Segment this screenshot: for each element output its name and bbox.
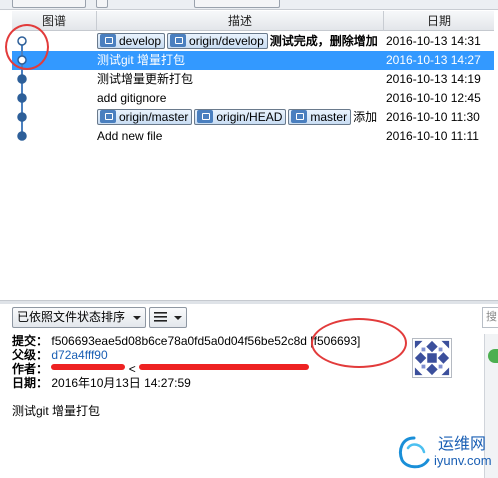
- redaction-mark: [139, 364, 310, 370]
- commit-description: add gitignore: [97, 89, 382, 108]
- author-label: 作者：: [12, 362, 49, 376]
- author-email-bracket: <: [128, 362, 136, 376]
- commit-message: Add new file: [97, 129, 163, 143]
- expand-button[interactable]: [488, 349, 498, 363]
- commit-date: 2016-10-10 11:11: [386, 129, 479, 143]
- commit-message: 测试完成，删除增加: [269, 34, 378, 48]
- branch-icon: [100, 34, 116, 47]
- branch-icon: [291, 110, 308, 123]
- pane-splitter[interactable]: [0, 300, 498, 304]
- commit-message: add gitignore: [97, 91, 167, 105]
- commit-description: 测试增量更新打包: [97, 70, 382, 89]
- commit-message: 测试git 增量打包: [97, 53, 186, 67]
- file-toolbar: 已依照文件状态排序 搜: [12, 307, 498, 329]
- commit-description: develop origin/develop 测试完成，删除增加: [97, 32, 382, 51]
- redaction-mark: [51, 364, 126, 370]
- commit-label: 提交：: [12, 334, 49, 348]
- sort-dropdown-label: 已依照文件状态排序: [17, 310, 126, 324]
- commit-list: develop origin/develop 测试完成，删除增加 2016-10-1…: [12, 32, 494, 146]
- search-input[interactable]: 搜: [482, 307, 498, 328]
- commit-message: 添加: [353, 110, 378, 124]
- commit-date: 2016-10-10 11:30: [386, 110, 480, 124]
- parent-hash-link[interactable]: d72a4fff90: [51, 348, 107, 362]
- parent-label: 父级：: [12, 348, 49, 362]
- chevron-down-icon: [174, 316, 182, 320]
- branch-tag[interactable]: origin/develop: [167, 33, 268, 49]
- branch-icon: [170, 34, 187, 47]
- chevron-down-icon: [133, 316, 141, 320]
- branch-icon: [100, 110, 116, 123]
- toolbar-button-left[interactable]: [12, 0, 86, 8]
- watermark-logo-icon: [399, 436, 430, 469]
- commit-hash-line: 提交： f506693eae5d08b6ce78a0fd5a0d04f56be5…: [12, 334, 412, 348]
- branch-tag[interactable]: origin/HEAD: [194, 109, 287, 125]
- toolbar-button-center[interactable]: [96, 0, 108, 8]
- branch-tag[interactable]: master: [288, 109, 352, 125]
- commit-message-body: 测试git 增量打包: [12, 404, 101, 418]
- commit-date: 2016-10-13 14:31: [386, 34, 481, 48]
- parent-line: 父级： d72a4fff90: [12, 348, 412, 362]
- graph-node: [17, 36, 27, 46]
- column-header-graph[interactable]: 图谱: [12, 11, 97, 31]
- graph-node: [17, 55, 27, 65]
- commit-row[interactable]: origin/master origin/HEAD master 添加 2016-10…: [12, 108, 494, 127]
- commit-row[interactable]: develop origin/develop 测试完成，删除增加 2016-10-1…: [12, 32, 494, 51]
- commit-graph: [17, 36, 27, 141]
- view-mode-dropdown[interactable]: [149, 307, 187, 328]
- author-line: 作者： <: [12, 362, 412, 376]
- commit-date: 2016-10-10 12:45: [386, 91, 481, 105]
- column-header-description[interactable]: 描述: [97, 11, 384, 31]
- commit-message: 测试增量更新打包: [97, 72, 194, 86]
- commit-description: 测试git 增量打包: [97, 51, 382, 70]
- commit-description: Add new file: [97, 127, 382, 146]
- commit-list-header: 图谱 描述 日期: [12, 11, 494, 31]
- graph-node: [17, 93, 27, 103]
- watermark-text-en: iyunv.com: [434, 453, 492, 468]
- column-header-date[interactable]: 日期: [384, 11, 494, 31]
- graph-node: [17, 131, 27, 141]
- commit-row[interactable]: 测试增量更新打包 2016-10-13 14:19: [12, 70, 494, 89]
- top-toolbar-strip: [0, 0, 498, 10]
- sort-dropdown[interactable]: 已依照文件状态排序: [12, 307, 146, 328]
- commit-row[interactable]: add gitignore 2016-10-10 12:45: [12, 89, 494, 108]
- commit-hash: f506693eae5d08b6ce78a0fd5a0d04f56be52c8d: [51, 334, 307, 348]
- graph-node: [17, 74, 27, 84]
- branch-tag[interactable]: develop: [97, 33, 166, 49]
- commit-date: 2016-10-13 14:27: [386, 53, 481, 67]
- commit-short-hash: [f506693]: [310, 334, 361, 348]
- date-label: 日期：: [12, 376, 49, 390]
- watermark-text-cn: 运维网: [438, 436, 487, 453]
- list-icon: [154, 312, 167, 322]
- graph-node: [17, 112, 27, 122]
- branch-icon: [197, 110, 214, 123]
- commit-description: origin/master origin/HEAD master 添加: [97, 108, 382, 127]
- commit-date: 2016-10-13 14:19: [386, 72, 481, 86]
- commit-row-selected[interactable]: 测试git 增量打包 2016-10-13 14:27: [12, 51, 494, 70]
- commit-datetime: 2016年10月13日 14:27:59: [51, 376, 191, 390]
- toolbar-button-right[interactable]: [194, 0, 280, 8]
- branch-tag[interactable]: origin/master: [97, 109, 193, 125]
- commit-row[interactable]: Add new file 2016-10-10 11:11: [12, 127, 494, 146]
- commit-details: 提交： f506693eae5d08b6ce78a0fd5a0d04f56be5…: [12, 334, 412, 390]
- date-line: 日期： 2016年10月13日 14:27:59: [12, 376, 412, 390]
- watermark: 运维网 iyunv.com: [394, 428, 494, 476]
- avatar: [412, 338, 452, 378]
